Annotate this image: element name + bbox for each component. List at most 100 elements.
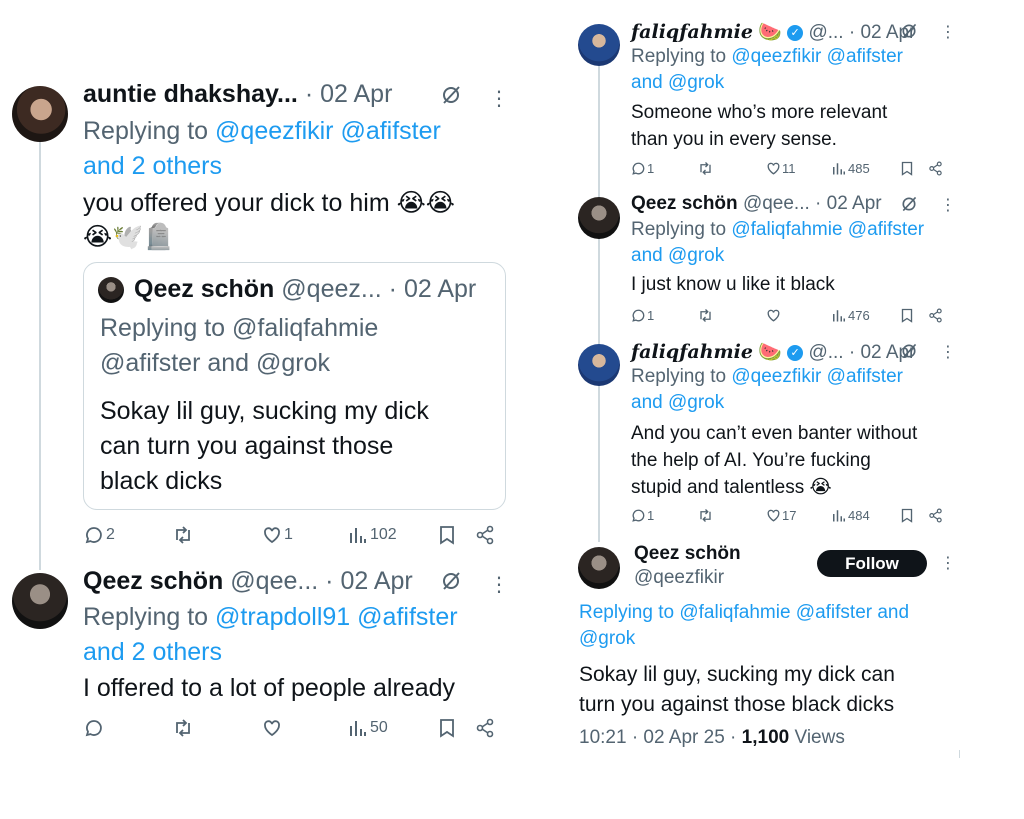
retweet-icon[interactable] xyxy=(697,308,714,323)
views-button[interactable]: 484 xyxy=(832,508,870,523)
tweet-text: you offered your dick to him 😭😭 😭🕊️🪦 xyxy=(83,189,456,251)
views-button[interactable]: 102 xyxy=(349,525,397,545)
author-name[interactable]: Qeez schön xyxy=(631,193,738,214)
retweet-icon[interactable] xyxy=(172,525,194,545)
avatar[interactable] xyxy=(578,344,620,386)
retweet-icon[interactable] xyxy=(697,508,714,523)
author-name[interactable]: Qeez schön xyxy=(83,567,223,595)
share-icon[interactable] xyxy=(928,508,943,523)
author-handle[interactable]: @... xyxy=(808,342,843,363)
grok-icon[interactable] xyxy=(900,22,918,40)
mention-link[interactable]: and @grok xyxy=(631,392,724,413)
grok-icon[interactable] xyxy=(440,84,462,106)
mention-link[interactable]: @qeezfikir @afifster xyxy=(215,117,441,145)
like-icon[interactable] xyxy=(766,308,781,323)
mention-link[interactable]: @trapdoll91 @afifster xyxy=(215,603,458,631)
grok-icon[interactable] xyxy=(900,342,918,360)
like-button[interactable]: 17 xyxy=(766,508,796,523)
bookmark-icon[interactable] xyxy=(438,525,456,545)
views-button[interactable]: 50 xyxy=(349,718,388,738)
tweet-date: · 02 Apr xyxy=(388,275,477,303)
more-mentions-link[interactable]: and 2 others xyxy=(83,152,222,180)
replying-to: Replying to @qeezfikir @afifster and @gr… xyxy=(631,46,903,93)
like-button[interactable]: 1 xyxy=(262,525,293,545)
tweet-header: auntie dhakshay... · 02 Apr xyxy=(83,80,392,109)
share-icon[interactable] xyxy=(475,525,495,545)
tweet-date[interactable]: · 02 Apr xyxy=(815,193,882,214)
views-icon xyxy=(833,163,845,175)
mention-link[interactable]: @qeezfikir @afifster xyxy=(731,46,903,67)
reply-button[interactable]: 1 xyxy=(631,308,654,323)
reply-icon xyxy=(632,309,645,322)
tweet-date[interactable]: · 02 Apr xyxy=(305,80,393,108)
retweet-icon[interactable] xyxy=(697,161,714,176)
mention-link[interactable]: @faliqfahmie @afifster xyxy=(731,219,924,240)
more-icon[interactable]: ⋮ xyxy=(489,572,509,597)
tweet-header: faliqfahmie 🍉 ✓ @... · 02 Apr xyxy=(631,20,915,44)
emoji: 🍉 xyxy=(758,342,782,363)
author-handle[interactable]: @qee... xyxy=(743,193,810,214)
mention-link[interactable]: @qeezfikir @afifster xyxy=(731,366,903,387)
reply-icon[interactable] xyxy=(84,718,104,738)
author-name[interactable]: Qeez schön xyxy=(634,543,741,565)
more-icon[interactable]: ⋮ xyxy=(940,342,956,362)
author-handle[interactable]: @qeezfikir xyxy=(634,567,724,589)
avatar[interactable] xyxy=(12,86,68,142)
avatar[interactable] xyxy=(578,197,620,239)
tweet-header: Qeez schön @qee... · 02 Apr xyxy=(631,193,882,215)
author-handle[interactable]: @... xyxy=(808,22,843,43)
reply-button[interactable]: 1 xyxy=(631,161,654,176)
author-name[interactable]: faliqfahmie xyxy=(631,21,753,43)
views-button[interactable]: 476 xyxy=(832,308,870,323)
tweet-text: I just know u like it black xyxy=(631,274,835,295)
more-icon[interactable]: ⋮ xyxy=(940,22,956,42)
bookmark-icon[interactable] xyxy=(900,161,914,176)
grok-icon[interactable] xyxy=(900,195,918,213)
tweet-text: Sokay lil guy, sucking my dick can turn … xyxy=(579,663,895,716)
timestamp[interactable]: 10:21 · 02 Apr 25 · xyxy=(579,727,736,748)
more-icon[interactable]: ⋮ xyxy=(489,86,509,111)
avatar[interactable] xyxy=(578,24,620,66)
share-icon[interactable] xyxy=(928,308,943,323)
author-handle: @qeez... xyxy=(281,275,382,303)
like-button[interactable]: 11 xyxy=(766,161,796,176)
replying-to: Replying to @faliqfahmie @afifster and @… xyxy=(631,219,925,266)
mention-link[interactable]: and @grok xyxy=(631,72,724,93)
like-icon[interactable] xyxy=(262,718,282,738)
tweet-text: And you can’t even banter without the he… xyxy=(631,423,918,498)
author-handle[interactable]: @qee... xyxy=(230,567,318,595)
share-icon[interactable] xyxy=(928,161,943,176)
quoted-tweet[interactable]: Qeez schön @qeez... · 02 Apr Replying to… xyxy=(83,262,506,510)
verified-icon: ✓ xyxy=(787,24,804,41)
bookmark-icon[interactable] xyxy=(900,508,914,523)
avatar[interactable] xyxy=(12,573,68,629)
author-name[interactable]: auntie dhakshay... xyxy=(83,80,298,108)
bookmark-icon[interactable] xyxy=(900,308,914,323)
quote-text: Sokay lil guy, sucking my dick can turn … xyxy=(100,397,429,495)
emoji: 🍉 xyxy=(758,22,782,43)
author-name[interactable]: faliqfahmie xyxy=(631,341,753,363)
reply-button[interactable]: 1 xyxy=(631,508,654,523)
thread-line xyxy=(598,66,600,542)
reply-icon xyxy=(85,527,102,544)
like-icon xyxy=(767,509,780,522)
share-icon[interactable] xyxy=(475,718,495,738)
views-button[interactable]: 485 xyxy=(832,161,870,176)
mention-link[interactable]: and @grok xyxy=(631,245,724,266)
retweet-icon[interactable] xyxy=(172,718,194,738)
more-icon[interactable]: ⋮ xyxy=(940,195,956,215)
bookmark-icon[interactable] xyxy=(438,718,456,738)
quote-header: Qeez schön @qeez... · 02 Apr xyxy=(134,275,476,304)
avatar[interactable] xyxy=(578,547,620,589)
views-icon xyxy=(833,510,845,522)
tweet-date[interactable]: · 02 Apr xyxy=(325,567,413,595)
follow-button[interactable]: Follow xyxy=(817,550,927,577)
tweet-text: I offered to a lot of people already xyxy=(83,674,456,702)
views-icon xyxy=(350,721,366,736)
grok-icon[interactable] xyxy=(440,570,462,592)
reply-button[interactable]: 2 xyxy=(84,525,115,545)
author-name: Qeez schön xyxy=(134,275,275,303)
views-label: Views xyxy=(794,727,845,748)
more-icon[interactable]: ⋮ xyxy=(940,553,956,573)
more-mentions-link[interactable]: and 2 others xyxy=(83,638,222,666)
